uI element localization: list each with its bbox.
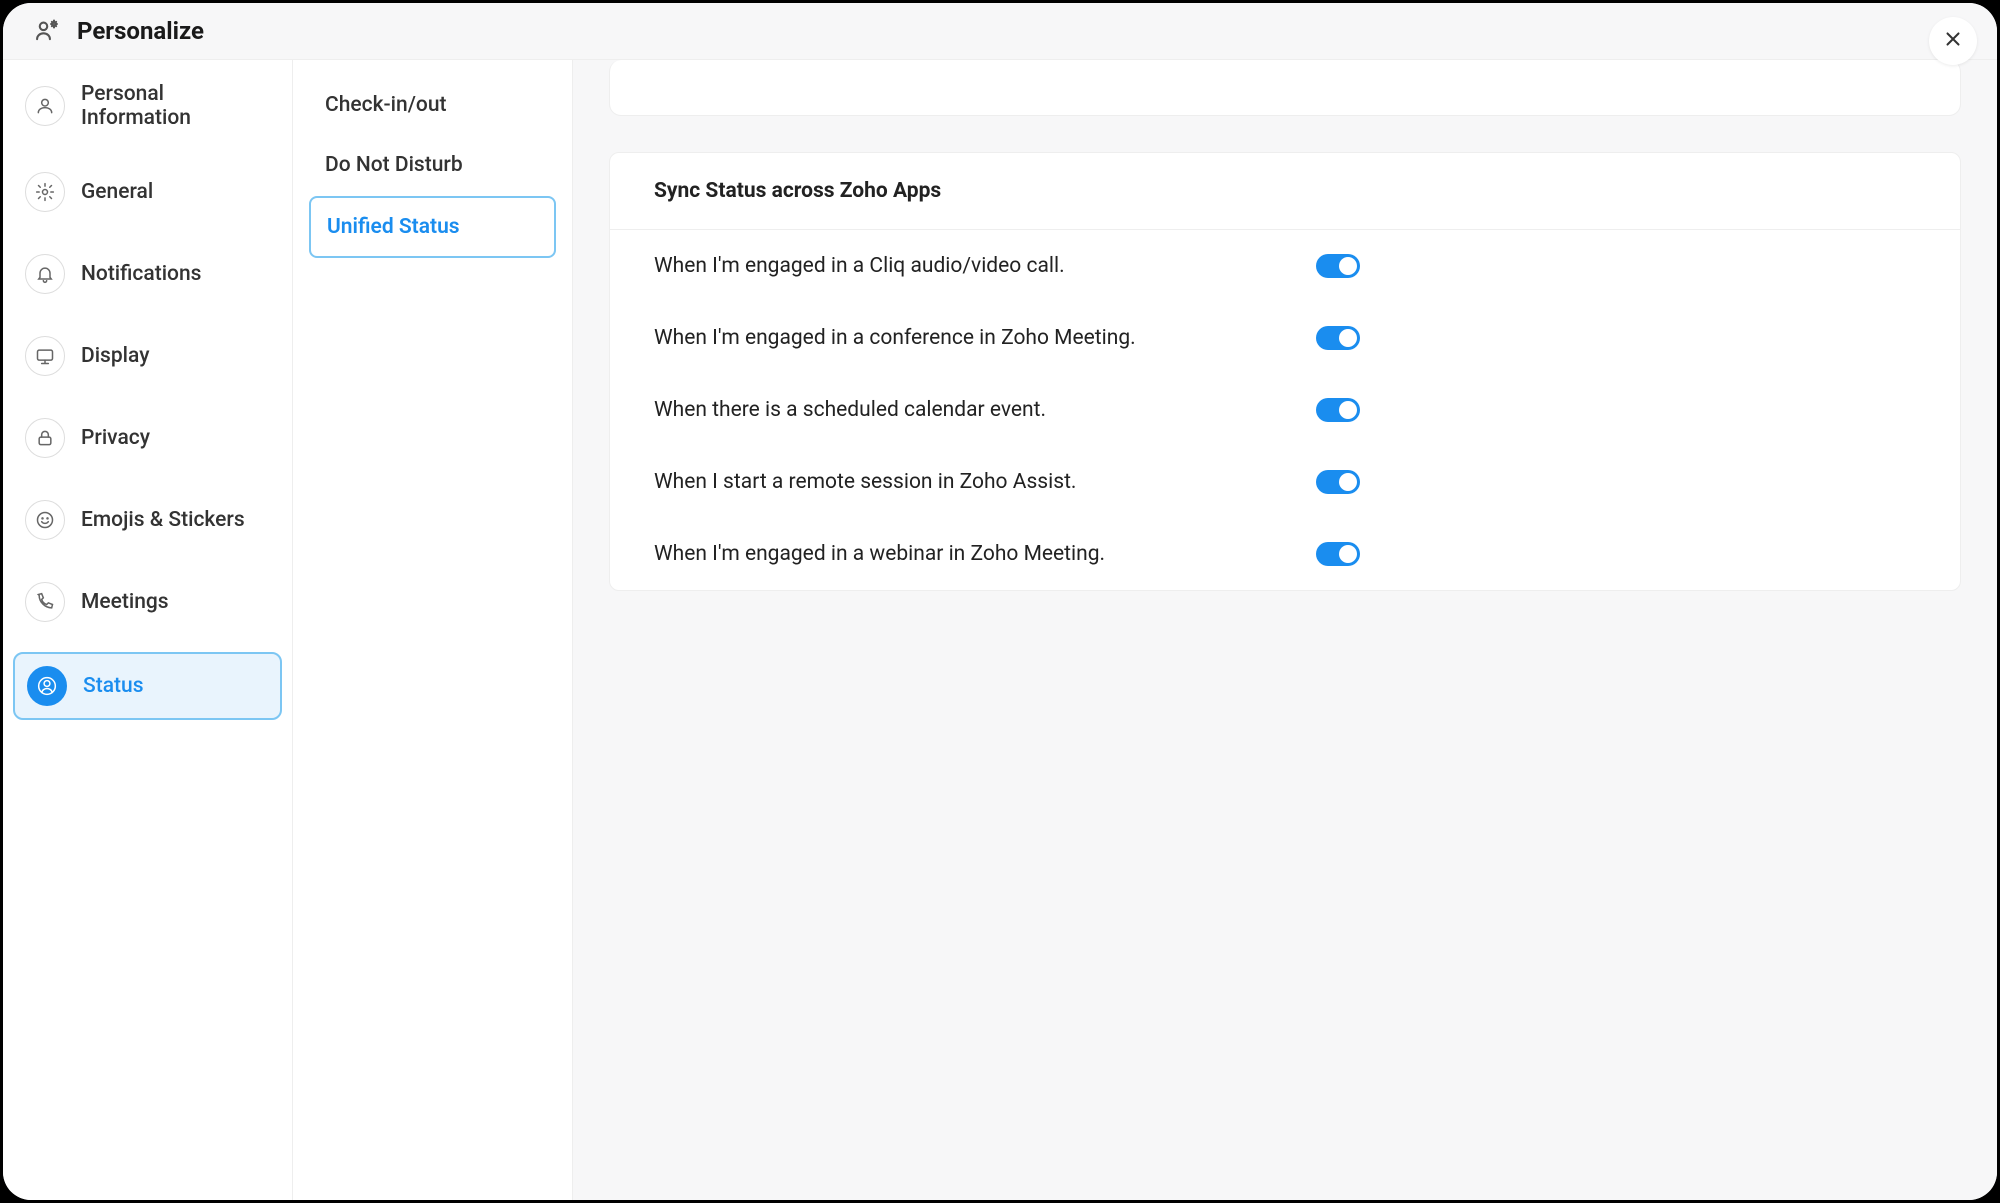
sidebar-item-label: Notifications — [81, 262, 201, 286]
sidebar-item-label: Personal Information — [81, 82, 270, 130]
body: Personal Information General Notificatio… — [3, 59, 1997, 1200]
sidebar-item-label: Meetings — [81, 590, 169, 614]
content: Sync Status across Zoho Apps When I'm en… — [573, 60, 1997, 1200]
header-title: Personalize — [77, 17, 204, 45]
settings-row: When I'm engaged in a conference in Zoho… — [610, 302, 1960, 374]
toggle-zoho-meeting-webinar[interactable] — [1316, 542, 1360, 566]
sidebar-item-label: Display — [81, 344, 149, 368]
close-button[interactable] — [1929, 17, 1977, 65]
settings-row: When there is a scheduled calendar event… — [610, 374, 1960, 446]
settings-row: When I'm engaged in a webinar in Zoho Me… — [610, 518, 1960, 590]
settings-row: When I start a remote session in Zoho As… — [610, 446, 1960, 518]
sidebar-item-label: General — [81, 180, 153, 204]
settings-row: When I'm engaged in a Cliq audio/video c… — [610, 230, 1960, 302]
sub-item-do-not-disturb[interactable]: Do Not Disturb — [309, 136, 556, 194]
sidebar-item-general[interactable]: General — [13, 160, 282, 224]
sub-item-label: Unified Status — [327, 215, 460, 239]
sidebar-item-emojis-stickers[interactable]: Emojis & Stickers — [13, 488, 282, 552]
sidebar-item-label: Privacy — [81, 426, 150, 450]
row-label: When I'm engaged in a conference in Zoho… — [654, 326, 1316, 350]
sidebar-item-label: Emojis & Stickers — [81, 508, 245, 532]
toggle-zoho-meeting-conference[interactable] — [1316, 326, 1360, 350]
status-icon — [27, 666, 67, 706]
card-header: Sync Status across Zoho Apps — [610, 153, 1960, 230]
toggle-cliq-call[interactable] — [1316, 254, 1360, 278]
sidebar-item-notifications[interactable]: Notifications — [13, 242, 282, 306]
close-icon — [1942, 28, 1964, 54]
toggle-cell — [1316, 470, 1916, 494]
toggle-cell — [1316, 542, 1916, 566]
sub-item-check-in-out[interactable]: Check-in/out — [309, 76, 556, 134]
row-label: When there is a scheduled calendar event… — [654, 398, 1316, 422]
sync-status-card: Sync Status across Zoho Apps When I'm en… — [609, 152, 1961, 591]
user-icon — [25, 86, 65, 126]
toggle-cell — [1316, 254, 1916, 278]
subsidebar: Check-in/out Do Not Disturb Unified Stat… — [293, 60, 573, 1200]
sidebar-item-privacy[interactable]: Privacy — [13, 406, 282, 470]
sidebar-item-meetings[interactable]: Meetings — [13, 570, 282, 634]
sidebar: Personal Information General Notificatio… — [3, 60, 293, 1200]
row-label: When I'm engaged in a Cliq audio/video c… — [654, 254, 1316, 278]
sidebar-item-personal-information[interactable]: Personal Information — [13, 70, 282, 142]
sub-item-unified-status[interactable]: Unified Status — [309, 196, 556, 258]
header: Personalize — [3, 3, 1997, 59]
sidebar-item-display[interactable]: Display — [13, 324, 282, 388]
toggle-cell — [1316, 398, 1916, 422]
phone-icon — [25, 582, 65, 622]
smiley-icon — [25, 500, 65, 540]
lock-icon — [25, 418, 65, 458]
gear-icon — [25, 172, 65, 212]
toggle-zoho-assist[interactable] — [1316, 470, 1360, 494]
row-label: When I'm engaged in a webinar in Zoho Me… — [654, 542, 1316, 566]
sub-item-label: Do Not Disturb — [325, 153, 463, 177]
card-above-partial — [609, 60, 1961, 116]
sidebar-item-status[interactable]: Status — [13, 652, 282, 720]
row-label: When I start a remote session in Zoho As… — [654, 470, 1316, 494]
toggle-cell — [1316, 326, 1916, 350]
card-title: Sync Status across Zoho Apps — [654, 179, 941, 203]
personalize-icon — [33, 17, 61, 45]
monitor-icon — [25, 336, 65, 376]
bell-icon — [25, 254, 65, 294]
sidebar-item-label: Status — [83, 674, 144, 698]
sub-item-label: Check-in/out — [325, 93, 447, 117]
personalize-window: Personalize Personal Information Genera — [3, 3, 1997, 1200]
toggle-calendar-event[interactable] — [1316, 398, 1360, 422]
